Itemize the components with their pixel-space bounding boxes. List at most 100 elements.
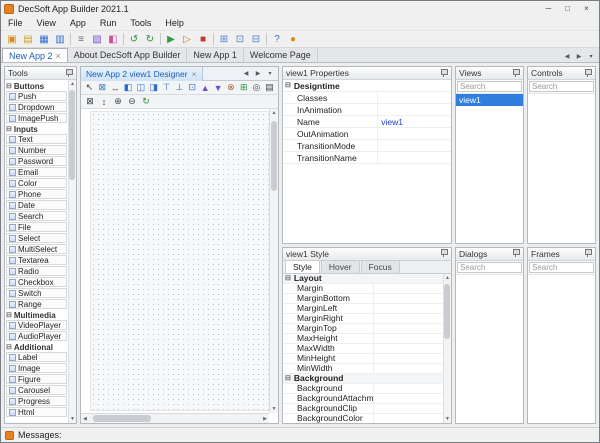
tool-label[interactable]: Label bbox=[6, 352, 67, 362]
help-icon[interactable]: ? bbox=[269, 32, 285, 47]
tool-color[interactable]: Color bbox=[6, 178, 67, 188]
designer-tab[interactable]: New App 2 view1 Designer × bbox=[81, 66, 203, 81]
designer-scroll-left-icon[interactable]: ◀ bbox=[240, 68, 252, 80]
style-row-margin[interactable]: Margin bbox=[283, 283, 443, 294]
app-options-icon[interactable]: ≡ bbox=[73, 32, 89, 47]
pan-tool-icon[interactable]: ↕ bbox=[97, 95, 111, 108]
style-property-value[interactable] bbox=[374, 334, 443, 343]
tool-search[interactable]: Search bbox=[6, 211, 67, 221]
scroll-down-icon[interactable]: ▼ bbox=[445, 416, 450, 422]
app-files-icon[interactable]: ▧ bbox=[89, 32, 105, 47]
pin-icon[interactable] bbox=[584, 249, 592, 258]
property-row-transitionname[interactable]: TransitionName bbox=[283, 152, 451, 164]
style-row-minheight[interactable]: MinHeight bbox=[283, 353, 443, 364]
style-property-value[interactable] bbox=[374, 304, 443, 313]
style-row-backgroundclip[interactable]: BackgroundClip bbox=[283, 403, 443, 414]
run-app-icon[interactable]: ▶ bbox=[163, 32, 179, 47]
tool-figure[interactable]: Figure bbox=[6, 374, 67, 384]
pin-icon[interactable] bbox=[65, 68, 73, 78]
tool-dropdown[interactable]: Dropdown bbox=[6, 102, 67, 112]
tools-section-buttons[interactable]: ⊟ Buttons bbox=[6, 81, 67, 91]
align-bottom-icon[interactable]: ⊥ bbox=[173, 81, 186, 94]
scroll-down-icon[interactable]: ▼ bbox=[70, 416, 75, 422]
style-row-maxheight[interactable]: MaxHeight bbox=[283, 333, 443, 344]
tab-scroll-right-icon[interactable]: ▶ bbox=[573, 50, 585, 62]
style-property-value[interactable] bbox=[374, 414, 443, 423]
pin-icon[interactable] bbox=[512, 249, 520, 258]
tool-range[interactable]: Range bbox=[6, 299, 67, 309]
tab-close-icon[interactable]: × bbox=[56, 51, 61, 61]
align-right-icon[interactable]: ◨ bbox=[147, 81, 160, 94]
print-design-icon[interactable]: ▤ bbox=[263, 81, 276, 94]
tools-section-inputs[interactable]: ⊟ Inputs bbox=[6, 124, 67, 134]
style-row-margintop[interactable]: MarginTop bbox=[283, 323, 443, 334]
new-app-icon[interactable]: ▣ bbox=[4, 32, 20, 47]
tool-progress[interactable]: Progress bbox=[6, 396, 67, 406]
align-top-icon[interactable]: ⊤ bbox=[160, 81, 173, 94]
style-tab-style[interactable]: Style bbox=[285, 259, 320, 273]
property-value[interactable] bbox=[378, 152, 451, 163]
tool-textarea[interactable]: Textarea bbox=[6, 255, 67, 265]
style-property-value[interactable] bbox=[374, 294, 443, 303]
open-app-icon[interactable]: ▤ bbox=[20, 32, 36, 47]
new-view-icon[interactable]: ⊞ bbox=[216, 32, 232, 47]
frames-search-input[interactable] bbox=[529, 261, 594, 273]
scroll-right-icon[interactable]: ▶ bbox=[263, 416, 267, 422]
scroll-up-icon[interactable]: ▲ bbox=[70, 81, 75, 87]
menu-tools[interactable]: Tools bbox=[123, 18, 158, 28]
tool-push[interactable]: Push bbox=[6, 91, 67, 101]
new-frame-icon[interactable]: ⊟ bbox=[248, 32, 264, 47]
style-property-value[interactable] bbox=[374, 384, 443, 393]
style-row-minwidth[interactable]: MinWidth bbox=[283, 363, 443, 374]
style-row-backgroundcolor[interactable]: BackgroundColor bbox=[283, 413, 443, 423]
canvas-horizontal-scrollbar[interactable]: ◀ ▶ bbox=[81, 413, 269, 423]
debug-app-icon[interactable]: ▷ bbox=[179, 32, 195, 47]
style-tab-focus[interactable]: Focus bbox=[360, 259, 400, 273]
messages-bar[interactable]: Messages: bbox=[1, 427, 599, 442]
style-property-value[interactable] bbox=[374, 324, 443, 333]
tool-radio[interactable]: Radio bbox=[6, 266, 67, 276]
property-row-outanimation[interactable]: OutAnimation bbox=[283, 128, 451, 140]
style-property-value[interactable] bbox=[374, 364, 443, 373]
tool-number[interactable]: Number bbox=[6, 145, 67, 155]
property-group-designtime[interactable]: ⊟ Designtime bbox=[283, 80, 451, 92]
doc-tab-welcome-page[interactable]: Welcome Page bbox=[244, 48, 318, 62]
canvas-hscroll-thumb[interactable] bbox=[93, 415, 151, 422]
designer-tab-close-icon[interactable]: × bbox=[192, 69, 197, 79]
new-dialog-icon[interactable]: ⊡ bbox=[232, 32, 248, 47]
style-property-value[interactable] bbox=[374, 344, 443, 353]
property-value[interactable] bbox=[378, 104, 451, 115]
about-icon[interactable]: ● bbox=[285, 32, 301, 47]
tool-carousel[interactable]: Carousel bbox=[6, 385, 67, 395]
zoom-in-icon[interactable]: ⊕ bbox=[111, 95, 125, 108]
style-row-marginleft[interactable]: MarginLeft bbox=[283, 303, 443, 314]
design-grid-surface[interactable] bbox=[90, 111, 278, 411]
pin-icon[interactable] bbox=[584, 68, 592, 78]
property-value[interactable]: view1 bbox=[378, 116, 451, 127]
send-to-back-icon[interactable]: ▼ bbox=[212, 81, 225, 94]
canvas-vertical-scrollbar[interactable]: ▲ ▼ bbox=[269, 109, 278, 413]
style-row-marginbottom[interactable]: MarginBottom bbox=[283, 293, 443, 304]
property-value[interactable] bbox=[378, 92, 451, 103]
abort-run-icon[interactable]: ■ bbox=[195, 32, 211, 47]
refresh-design-icon[interactable]: ↻ bbox=[139, 95, 153, 108]
style-scrollbar-thumb[interactable] bbox=[444, 283, 450, 339]
style-property-value[interactable] bbox=[374, 314, 443, 323]
property-row-inanimation[interactable]: InAnimation bbox=[283, 104, 451, 116]
doc-tab-about-decsoft-app-builder[interactable]: About DecSoft App Builder bbox=[68, 48, 188, 62]
tool-phone[interactable]: Phone bbox=[6, 189, 67, 199]
zoom-out-icon[interactable]: ⊖ bbox=[125, 95, 139, 108]
property-row-transitionmode[interactable]: TransitionMode bbox=[283, 140, 451, 152]
align-left-icon[interactable]: ◧ bbox=[122, 81, 135, 94]
menu-help[interactable]: Help bbox=[158, 18, 191, 28]
menu-view[interactable]: View bbox=[30, 18, 63, 28]
doc-tab-new-app-2[interactable]: New App 2 × bbox=[2, 48, 68, 62]
scroll-up-icon[interactable]: ▲ bbox=[272, 110, 277, 116]
menu-file[interactable]: File bbox=[1, 18, 30, 28]
style-row-marginright[interactable]: MarginRight bbox=[283, 313, 443, 324]
bring-to-front-icon[interactable]: ▲ bbox=[199, 81, 212, 94]
tools-scrollbar-thumb[interactable] bbox=[69, 90, 75, 180]
maximize-button[interactable]: □ bbox=[558, 2, 577, 15]
tool-date[interactable]: Date bbox=[6, 200, 67, 210]
same-size-icon[interactable]: ⊡ bbox=[186, 81, 199, 94]
